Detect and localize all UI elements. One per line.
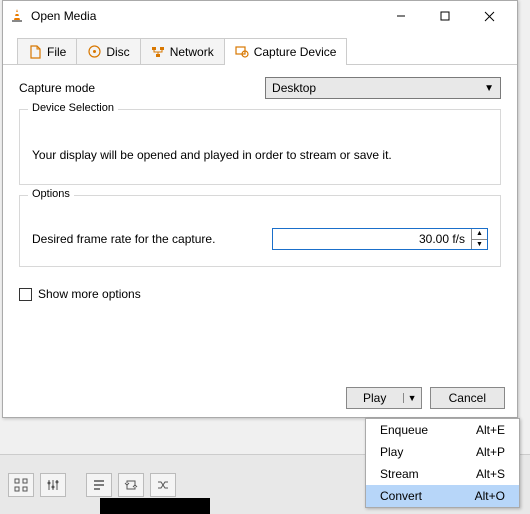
cancel-button-label: Cancel — [449, 391, 486, 405]
framerate-value: 30.00 f/s — [273, 232, 471, 246]
network-icon — [151, 45, 165, 59]
device-selection-group: Device Selection Your display will be op… — [19, 109, 501, 185]
background-video-bar — [100, 498, 210, 514]
capture-mode-label: Capture mode — [19, 81, 95, 95]
menu-label: Play — [380, 445, 403, 459]
framerate-label: Desired frame rate for the capture. — [32, 232, 272, 246]
menu-enqueue[interactable]: Enqueue Alt+E — [366, 419, 519, 441]
framerate-spinbox[interactable]: 30.00 f/s ▲ ▼ — [272, 228, 488, 250]
vlc-icon — [9, 8, 25, 24]
menu-accel: Alt+S — [476, 467, 505, 481]
menu-label: Enqueue — [380, 423, 428, 437]
cancel-button[interactable]: Cancel — [430, 387, 505, 409]
play-dropdown-menu: Enqueue Alt+E Play Alt+P Stream Alt+S Co… — [365, 418, 520, 508]
file-icon — [28, 45, 42, 59]
menu-accel: Alt+P — [476, 445, 505, 459]
disc-icon — [87, 45, 101, 59]
options-group: Options Desired frame rate for the captu… — [19, 195, 501, 267]
titlebar: Open Media — [3, 1, 517, 31]
tab-file[interactable]: File — [17, 38, 77, 64]
menu-label: Stream — [380, 467, 419, 481]
show-more-options-row[interactable]: Show more options — [3, 277, 517, 311]
window-title: Open Media — [31, 9, 379, 23]
equalizer-icon[interactable] — [40, 473, 66, 497]
tab-label: Disc — [106, 45, 129, 59]
group-title: Device Selection — [28, 102, 118, 114]
loop-icon[interactable] — [118, 473, 144, 497]
minimize-button[interactable] — [379, 2, 423, 30]
menu-convert[interactable]: Convert Alt+O — [366, 485, 519, 507]
tab-label: Network — [170, 45, 214, 59]
capture-mode-select[interactable]: Desktop ▼ — [265, 77, 501, 99]
device-selection-description: Your display will be opened and played i… — [30, 124, 490, 172]
menu-label: Convert — [380, 489, 422, 503]
tabbar: File Disc Network Capture Device — [3, 35, 517, 65]
group-title: Options — [28, 188, 74, 200]
tab-label: Capture Device — [254, 45, 337, 59]
menu-play[interactable]: Play Alt+P — [366, 441, 519, 463]
spin-down-icon[interactable]: ▼ — [472, 240, 487, 250]
menu-accel: Alt+E — [476, 423, 505, 437]
maximize-button[interactable] — [423, 2, 467, 30]
show-more-checkbox[interactable] — [19, 288, 32, 301]
play-dropdown-arrow[interactable]: ▼ — [403, 393, 421, 403]
tab-capture-device[interactable]: Capture Device — [224, 38, 348, 64]
tab-label: File — [47, 45, 66, 59]
show-more-label: Show more options — [38, 287, 141, 301]
spin-up-icon[interactable]: ▲ — [472, 229, 487, 240]
close-button[interactable] — [467, 2, 511, 30]
fullscreen-icon[interactable] — [8, 473, 34, 497]
shuffle-icon[interactable] — [150, 473, 176, 497]
tab-disc[interactable]: Disc — [76, 38, 140, 64]
play-button[interactable]: Play ▼ — [346, 387, 422, 409]
capture-device-icon — [235, 45, 249, 59]
capture-mode-value: Desktop — [272, 81, 316, 95]
tab-network[interactable]: Network — [140, 38, 225, 64]
chevron-down-icon: ▼ — [484, 83, 494, 94]
open-media-dialog: Open Media File Disc — [2, 0, 518, 418]
play-button-label: Play — [347, 391, 403, 405]
playlist-icon[interactable] — [86, 473, 112, 497]
menu-accel: Alt+O — [475, 489, 505, 503]
menu-stream[interactable]: Stream Alt+S — [366, 463, 519, 485]
